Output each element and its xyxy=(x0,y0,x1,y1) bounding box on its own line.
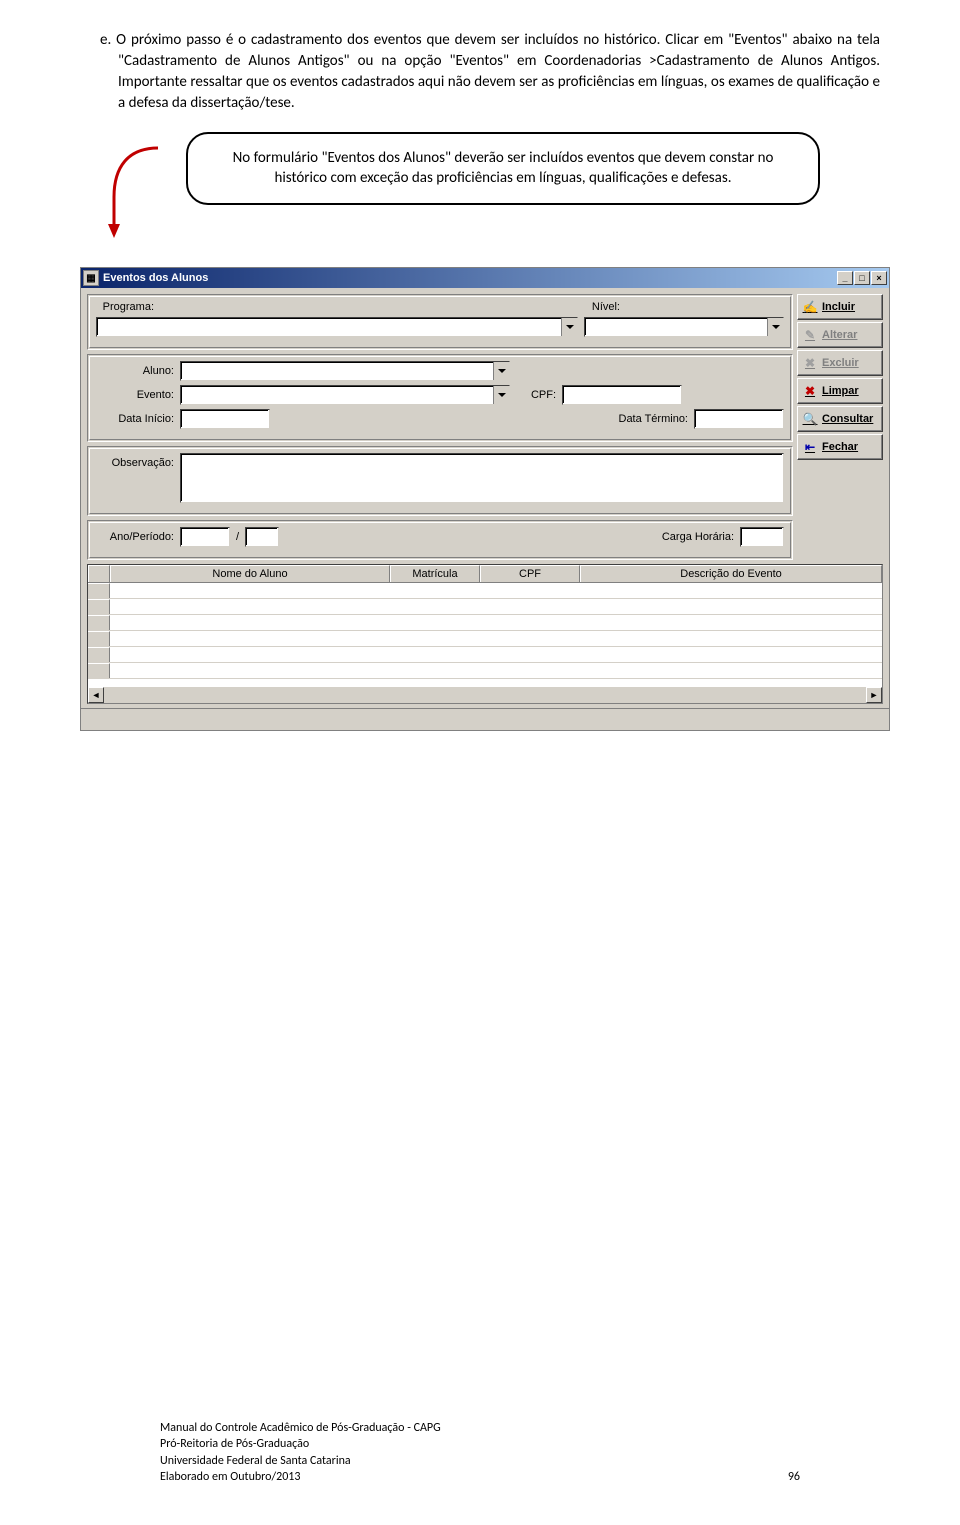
grid-scrollbar[interactable]: ◄ ► xyxy=(88,687,882,703)
door-icon: ⇤ xyxy=(802,439,818,455)
combo-nivel[interactable] xyxy=(584,317,784,337)
excluir-button[interactable]: ✖ Excluir xyxy=(797,350,883,376)
table-row[interactable] xyxy=(88,647,882,663)
fechar-button[interactable]: ⇤ Fechar xyxy=(797,434,883,460)
page-footer: Manual do Controle Acadêmico de Pós-Grad… xyxy=(160,1420,800,1485)
chevron-down-icon[interactable] xyxy=(767,318,783,336)
table-row[interactable] xyxy=(88,663,882,679)
input-cpf[interactable] xyxy=(562,385,682,405)
maximize-button[interactable]: □ xyxy=(854,271,870,285)
footer-line4: Elaborado em Outubro/2013 xyxy=(160,1469,300,1485)
list-marker: e. xyxy=(100,31,111,49)
toolbar: ✍ Incluir ✎ Alterar ✖ Excluir ✖ Limpar 🔍… xyxy=(797,294,883,560)
statusbar xyxy=(81,708,889,730)
table-row[interactable] xyxy=(88,599,882,615)
label-carga-horaria: Carga Horária: xyxy=(662,531,734,543)
input-data-termino[interactable] xyxy=(694,409,784,429)
hand-write-icon: ✍ xyxy=(802,299,818,315)
label-nivel: Nível: xyxy=(580,301,620,313)
col-descricao[interactable]: Descrição do Evento xyxy=(580,565,882,582)
label-barra: / xyxy=(236,531,239,543)
combo-programa[interactable] xyxy=(96,317,578,337)
incluir-button[interactable]: ✍ Incluir xyxy=(797,294,883,320)
label-data-termino: Data Término: xyxy=(619,413,689,425)
group-ano-periodo: Ano/Período: / Carga Horária: xyxy=(87,520,793,560)
input-ano[interactable] xyxy=(180,527,230,547)
textarea-observacao[interactable] xyxy=(180,453,784,503)
clear-icon: ✖ xyxy=(802,383,818,399)
table-row[interactable] xyxy=(88,631,882,647)
col-matricula[interactable]: Matrícula xyxy=(390,565,480,582)
window-title: Eventos dos Alunos xyxy=(103,272,208,284)
close-button[interactable]: × xyxy=(871,271,887,285)
combo-evento[interactable] xyxy=(180,385,510,405)
grid-header: Nome do Aluno Matrícula CPF Descrição do… xyxy=(88,565,882,583)
footer-line1: Manual do Controle Acadêmico de Pós-Grad… xyxy=(160,1420,800,1436)
para-e: e. O próximo passo é o cadastramento dos… xyxy=(80,30,880,114)
edit-icon: ✎ xyxy=(802,327,818,343)
callout-text: No formulário "Eventos dos Alunos" dever… xyxy=(233,149,774,187)
group-programa: Programa: Nível: xyxy=(87,294,793,350)
label-programa: Programa: xyxy=(96,301,154,313)
label-data-inicio: Data Início: xyxy=(96,413,174,425)
consultar-button[interactable]: 🔍 Consultar xyxy=(797,406,883,432)
chevron-down-icon[interactable] xyxy=(493,362,509,380)
para-e-text: O próximo passo é o cadastramento dos ev… xyxy=(116,31,880,112)
scroll-left-icon[interactable]: ◄ xyxy=(88,687,104,703)
label-cpf: CPF: xyxy=(516,389,556,401)
chevron-down-icon[interactable] xyxy=(561,318,577,336)
col-nome[interactable]: Nome do Aluno xyxy=(110,565,390,582)
table-row[interactable] xyxy=(88,583,882,599)
label-aluno: Aluno: xyxy=(96,365,174,377)
limpar-button[interactable]: ✖ Limpar xyxy=(797,378,883,404)
group-observacao: Observação: xyxy=(87,446,793,516)
col-cpf[interactable]: CPF xyxy=(480,565,580,582)
scroll-right-icon[interactable]: ► xyxy=(866,687,882,703)
titlebar: ▦ Eventos dos Alunos _ □ × xyxy=(81,268,889,288)
label-evento: Evento: xyxy=(96,389,174,401)
minimize-button[interactable]: _ xyxy=(837,271,853,285)
table-row[interactable] xyxy=(88,615,882,631)
window-icon: ▦ xyxy=(83,270,99,286)
label-observacao: Observação: xyxy=(96,453,174,469)
page-number: 96 xyxy=(788,1469,800,1485)
footer-line3: Universidade Federal de Santa Catarina xyxy=(160,1453,800,1469)
delete-icon: ✖ xyxy=(802,355,818,371)
input-periodo[interactable] xyxy=(245,527,279,547)
search-icon: 🔍 xyxy=(802,411,818,427)
footer-line2: Pró-Reitoria de Pós-Graduação xyxy=(160,1436,800,1452)
callout-row: No formulário "Eventos dos Alunos" dever… xyxy=(80,132,880,247)
data-grid[interactable]: Nome do Aluno Matrícula CPF Descrição do… xyxy=(87,564,883,704)
label-ano-periodo: Ano/Período: xyxy=(96,531,174,543)
callout-box: No formulário "Eventos dos Alunos" dever… xyxy=(186,132,820,205)
combo-aluno[interactable] xyxy=(180,361,510,381)
window-eventos-alunos: ▦ Eventos dos Alunos _ □ × Programa: Nív… xyxy=(80,267,890,731)
group-aluno: Aluno: Evento: CPF: Data Início: Data Té… xyxy=(87,354,793,442)
alterar-button[interactable]: ✎ Alterar xyxy=(797,322,883,348)
chevron-down-icon[interactable] xyxy=(493,386,509,404)
input-data-inicio[interactable] xyxy=(180,409,270,429)
input-carga-horaria[interactable] xyxy=(740,527,784,547)
